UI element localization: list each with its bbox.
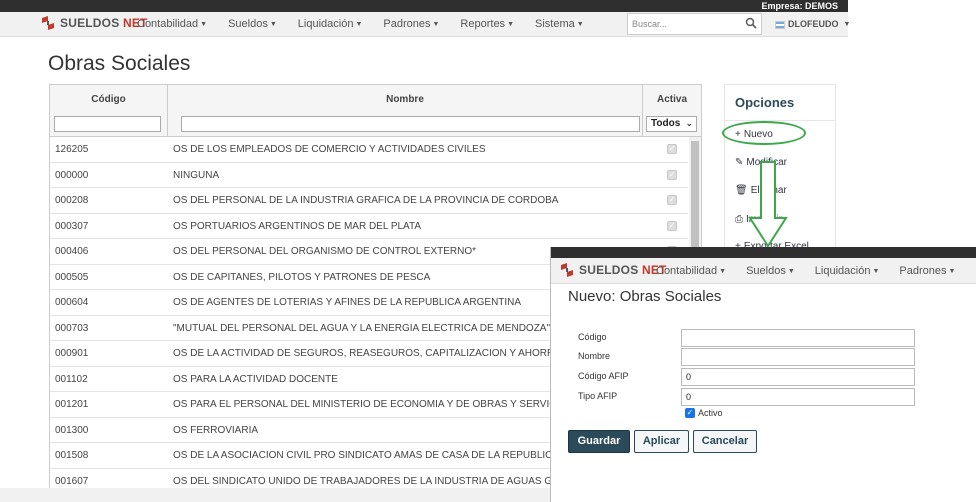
options-title: Opciones bbox=[735, 95, 795, 110]
caret-down-icon: ▼ bbox=[576, 21, 584, 28]
nombre-field[interactable] bbox=[681, 348, 915, 366]
search-icon[interactable] bbox=[745, 17, 757, 29]
caret-down-icon: ▼ bbox=[719, 268, 727, 275]
caret-down-icon: ▼ bbox=[507, 21, 514, 28]
main-navbar: SUELDOS NET Contabilidad ▼ Sueldos ▼ Liqui… bbox=[0, 12, 850, 37]
top-strip bbox=[551, 247, 976, 258]
menu-sueldos[interactable]: Sueldos ▼ bbox=[746, 258, 795, 284]
menu-reportes[interactable]: Reportes ▼ bbox=[460, 12, 514, 37]
brand-logo[interactable]: SUELDOS NET bbox=[559, 262, 667, 278]
filter-nombre-input[interactable] bbox=[181, 116, 640, 132]
caret-down-icon: ▼ bbox=[355, 21, 363, 28]
filter-activa-select[interactable]: Todos ⌄ bbox=[646, 116, 697, 132]
menu-sistema[interactable]: Sistema ▼ bbox=[535, 12, 584, 37]
tipo-afip-label: Tipo AFIP bbox=[578, 391, 618, 401]
brand-logo[interactable]: SUELDOS NET bbox=[40, 15, 148, 31]
menu-padrones[interactable]: Padrones ▼ bbox=[383, 12, 439, 37]
sueldos-logo-icon bbox=[561, 263, 573, 277]
menu-contabilidad[interactable]: Contabilidad ▼ bbox=[656, 258, 726, 284]
brand-name: SUELDOS NET bbox=[60, 16, 148, 30]
filter-codigo-input[interactable] bbox=[54, 116, 161, 132]
activo-checkbox[interactable]: ✓ bbox=[685, 408, 695, 418]
caret-down-icon: ▼ bbox=[948, 268, 956, 275]
flag-icon bbox=[775, 20, 785, 29]
table-row[interactable]: 000000 NINGUNA ✓ bbox=[50, 163, 688, 188]
sueldos-logo-icon bbox=[42, 16, 54, 30]
activa-checkbox: ✓ bbox=[667, 144, 677, 154]
highlight-ellipse bbox=[722, 121, 806, 145]
menu-sueldos[interactable]: Sueldos ▼ bbox=[228, 12, 277, 37]
user-menu[interactable]: DLOFEUDO ▼ bbox=[775, 12, 850, 37]
caret-down-icon: ▼ bbox=[787, 268, 795, 275]
dialog-menu: Contabilidad ▼ Sueldos ▼ Liquidación ▼ Padr… bbox=[656, 258, 976, 284]
nuevo-dialog: SUELDOS NET Contabilidad ▼ Sueldos ▼ Liqui… bbox=[550, 247, 976, 502]
caret-down-icon: ▼ bbox=[432, 21, 440, 28]
caret-down-icon: ▼ bbox=[200, 21, 208, 28]
main-menu: Contabilidad ▼ Sueldos ▼ Liquidación ▼ Padr… bbox=[137, 12, 605, 37]
codigo-label: Código bbox=[578, 332, 607, 342]
down-arrow-icon bbox=[748, 161, 788, 248]
menu-liquidacion[interactable]: Liquidación ▼ bbox=[815, 258, 880, 284]
top-strip: Empresa: DEMOS bbox=[0, 0, 848, 12]
caret-down-icon: ▼ bbox=[872, 268, 880, 275]
activa-checkbox: ✓ bbox=[667, 220, 677, 231]
brand-name: SUELDOS NET bbox=[579, 263, 667, 277]
codigo-afip-label: Código AFIP bbox=[578, 371, 629, 381]
table-row[interactable]: 126205 OS DE LOS EMPLEADOS DE COMERCIO Y … bbox=[50, 137, 688, 163]
page-title: Obras Sociales bbox=[48, 52, 191, 75]
caret-down-icon: ▼ bbox=[843, 21, 851, 28]
caret-down-icon: ▼ bbox=[269, 21, 277, 28]
menu-liquidacion[interactable]: Liquidación ▼ bbox=[298, 12, 363, 37]
codigo-afip-field[interactable]: 0 bbox=[681, 368, 915, 386]
grid-header: Código Nombre Activa Todos ⌄ bbox=[50, 85, 701, 137]
menu-padrones[interactable]: Padrones ▼ bbox=[899, 258, 955, 284]
activa-checkbox: ✓ bbox=[667, 169, 677, 180]
dialog-title: Nuevo: Obras Sociales bbox=[568, 288, 722, 305]
printer-icon: ⎙ bbox=[735, 214, 743, 225]
trash-icon: 🗑 bbox=[735, 185, 748, 196]
menu-contabilidad[interactable]: Contabilidad ▼ bbox=[137, 12, 207, 37]
cancelar-button[interactable]: Cancelar bbox=[693, 430, 757, 453]
table-row[interactable]: 000307 OS PORTUARIOS ARGENTINOS DE MAR DE… bbox=[50, 214, 688, 239]
search-input[interactable]: Buscar... bbox=[627, 13, 762, 35]
aplicar-button[interactable]: Aplicar bbox=[634, 430, 689, 453]
nombre-label: Nombre bbox=[578, 351, 611, 361]
divider bbox=[725, 120, 835, 121]
empresa-label: Empresa: DEMOS bbox=[761, 1, 838, 11]
tipo-afip-field[interactable]: 0 bbox=[681, 388, 915, 406]
activo-label: Activo bbox=[698, 408, 723, 418]
codigo-field[interactable] bbox=[681, 329, 915, 347]
dialog-navbar: SUELDOS NET Contabilidad ▼ Sueldos ▼ Liqui… bbox=[551, 258, 976, 284]
pencil-icon: ✎ bbox=[735, 157, 744, 168]
chevron-down-icon: ⌄ bbox=[685, 118, 693, 128]
activa-checkbox: ✓ bbox=[667, 195, 677, 205]
table-row[interactable]: 000208 OS DEL PERSONAL DE LA INDUSTRIA GR… bbox=[50, 188, 688, 214]
guardar-button[interactable]: Guardar bbox=[568, 430, 630, 453]
